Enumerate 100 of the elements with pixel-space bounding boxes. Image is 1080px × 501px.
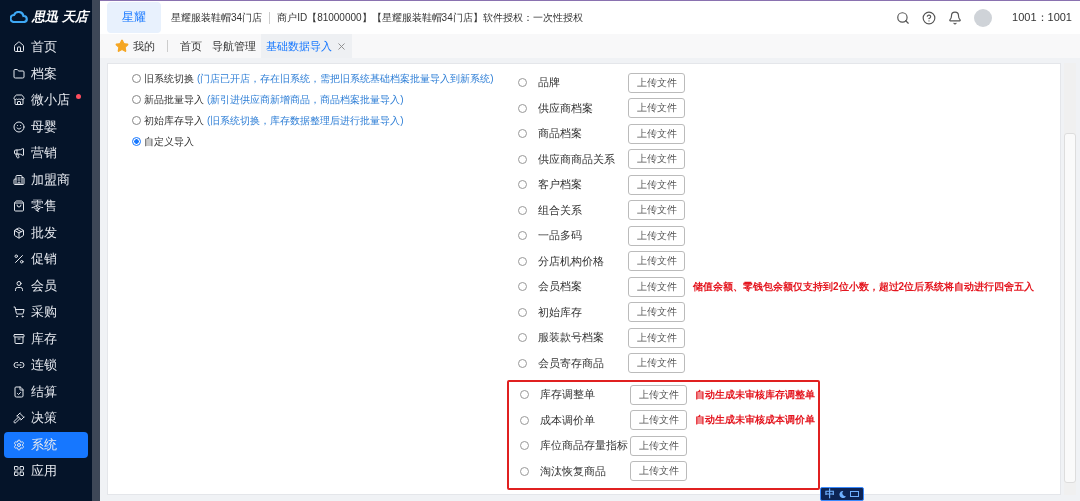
sidebar-label: 批发 [31,223,57,242]
option-label: 自定义导入 [144,134,194,149]
radio-button[interactable] [132,116,141,125]
radio-button[interactable] [520,390,529,400]
upload-button[interactable]: 上传文件 [628,251,685,272]
sidebar-label: 零售 [31,197,57,216]
sidebar-item[interactable]: 母婴 [4,113,88,140]
sidebar-item[interactable]: 零售 [4,193,88,220]
item-label: 会员寄存商品 [538,356,605,370]
radio-button[interactable] [132,74,141,83]
upload-button[interactable]: 上传文件 [630,410,687,431]
sidebar-item[interactable]: 采购 [4,299,88,326]
cart-icon [13,306,25,319]
sidebar-label: 促销 [31,250,57,269]
radio-button[interactable] [518,256,527,266]
page-tab[interactable]: 首页 [175,34,207,58]
warning-note: 自动生成未审核成本调价单 [695,413,815,428]
page-tab[interactable]: 基础数据导入 [261,34,352,58]
radio-button[interactable] [518,180,527,190]
megaphone-icon [13,147,25,160]
radio-button[interactable] [518,231,527,241]
import-mode-option[interactable]: 初始库存导入 (旧系统切换，库存数据整理后进行批量导入) [132,112,518,129]
search-icon[interactable] [896,10,911,25]
upload-button[interactable]: 上传文件 [628,123,685,144]
sidebar-label: 决策 [31,409,57,428]
upload-button[interactable]: 上传文件 [628,302,685,323]
import-mode-option[interactable]: 新品批量导入 (新引进供应商新增商品，商品档案批量导入) [132,91,518,108]
sidebar-item[interactable]: 系统 [4,431,88,458]
radio-button[interactable] [518,358,527,368]
sidebar-item[interactable]: 批发 [4,219,88,246]
radio-button[interactable] [520,415,529,425]
sidebar-item[interactable]: 营销 [4,140,88,167]
tab-label: 导航管理 [212,38,256,54]
upload-button[interactable]: 上传文件 [628,276,685,297]
sidebar-item[interactable]: 档案 [4,60,88,87]
upload-button[interactable]: 上传文件 [628,225,685,246]
folder-icon [13,67,25,80]
radio-button[interactable] [132,137,141,146]
tab-label: 首页 [180,38,202,54]
settings-icon [13,438,25,451]
page-tab[interactable]: 我的 [110,34,160,58]
item-label: 淘汰恢复商品 [540,464,607,478]
close-icon[interactable] [336,40,347,52]
radio-button[interactable] [518,78,527,88]
sidebar-item[interactable]: 首页 [4,34,88,61]
org-tab[interactable]: 星耀 [107,2,161,33]
bell-icon[interactable] [948,10,963,25]
radio-button[interactable] [518,103,527,113]
upload-button[interactable]: 上传文件 [628,353,685,374]
scrollbar-thumb[interactable] [1064,133,1076,483]
option-hint: (旧系统切换，库存数据整理后进行批量导入) [207,113,404,128]
upload-button[interactable]: 上传文件 [630,435,687,456]
upload-button[interactable]: 上传文件 [630,461,687,482]
help-icon[interactable] [922,10,937,25]
sidebar-item[interactable]: 会员 [4,272,88,299]
sidebar-scrollbar[interactable] [92,0,100,501]
upload-button[interactable]: 上传文件 [628,174,685,195]
avatar[interactable] [974,8,993,27]
sidebar-label: 采购 [31,303,57,322]
radio-button[interactable] [518,307,527,317]
item-label: 商品档案 [538,127,583,141]
import-mode-option[interactable]: 自定义导入 [132,133,518,150]
upload-button[interactable]: 上传文件 [628,72,685,93]
radio-button[interactable] [518,129,527,139]
smile-icon [13,120,25,133]
sidebar-item[interactable]: 促销 [4,246,88,273]
sidebar-item[interactable]: 应用 [4,458,88,485]
sidebar-label: 系统 [31,435,57,454]
sidebar-label: 微小店 [31,91,70,110]
store-icon [13,94,25,107]
radio-button[interactable] [518,333,527,343]
brand-name: 思迅 [32,8,58,26]
upload-button[interactable]: 上传文件 [628,327,685,348]
upload-button[interactable]: 上传文件 [628,200,685,221]
sidebar-label: 结算 [31,382,57,401]
radio-button[interactable] [518,282,527,292]
radio-button[interactable] [518,205,527,215]
radio-button[interactable] [520,466,529,476]
page-tab[interactable]: 导航管理 [207,34,261,58]
warning-note: 储值余额、零钱包余额仅支持到2位小数，超过2位后系统将自动进行四舍五入 [693,279,1035,294]
radio-button[interactable] [518,154,527,164]
sidebar-item[interactable]: 连锁 [4,352,88,379]
sidebar-item[interactable]: 决策 [4,405,88,432]
upload-button[interactable]: 上传文件 [628,149,685,170]
upload-button[interactable]: 上传文件 [630,384,687,405]
radio-button[interactable] [520,441,529,451]
warning-note: 自动生成未审核库存调整单 [695,387,815,402]
sidebar-item[interactable]: 加盟商 [4,166,88,193]
radio-button[interactable] [132,95,141,104]
item-label: 供应商商品关系 [538,152,616,166]
sidebar-item[interactable]: 结算 [4,378,88,405]
import-mode-option[interactable]: 旧系统切换 (门店已开店，存在旧系统，需把旧系统基础档案批量导入到新系统) [132,70,518,87]
item-label: 库位商品存量指标 [540,439,629,453]
sidebar-item[interactable]: 微小店 [4,87,88,114]
item-label: 初始库存 [538,305,583,319]
ime-toolbar[interactable]: 中 [820,487,864,501]
sidebar-item[interactable]: 库存 [4,325,88,352]
star-icon [115,39,129,53]
user-icon [13,279,25,292]
upload-button[interactable]: 上传文件 [628,98,685,119]
